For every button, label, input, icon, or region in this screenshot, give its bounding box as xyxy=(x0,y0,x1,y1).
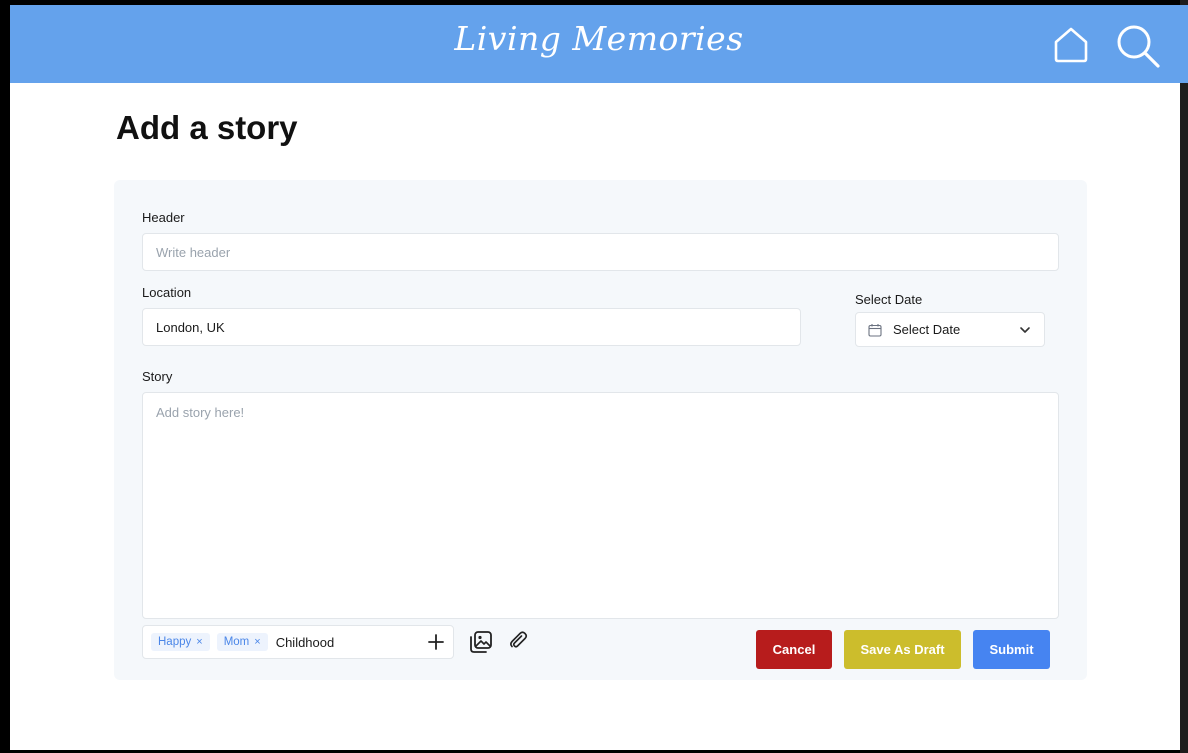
date-select-value: Select Date xyxy=(893,322,961,337)
cancel-button[interactable]: Cancel xyxy=(756,630,832,669)
story-label: Story xyxy=(142,369,173,384)
paperclip-icon[interactable] xyxy=(508,630,528,650)
tag-input[interactable]: Happy × Mom × Childhood xyxy=(142,625,454,659)
header-input[interactable]: Write header xyxy=(142,233,1059,271)
header-label: Header xyxy=(142,210,185,225)
date-select[interactable]: Select Date xyxy=(855,312,1045,347)
plus-icon[interactable] xyxy=(427,633,445,651)
app-logo[interactable]: Living Memories xyxy=(10,19,1188,58)
story-placeholder: Add story here! xyxy=(156,405,245,420)
tag-remove-icon[interactable]: × xyxy=(196,636,202,648)
calendar-icon xyxy=(868,323,882,337)
home-icon[interactable] xyxy=(1050,24,1092,66)
tag-chip[interactable]: Mom × xyxy=(216,633,268,651)
tag-chip[interactable]: Happy × xyxy=(151,633,210,651)
location-label: Location xyxy=(142,285,192,300)
page-title: Add a story xyxy=(116,109,298,146)
tag-input-value[interactable]: Childhood xyxy=(276,635,335,650)
tag-label: Mom xyxy=(223,636,250,648)
window-edge xyxy=(1180,0,1188,753)
story-textarea[interactable]: Add story here! xyxy=(142,392,1059,619)
submit-button[interactable]: Submit xyxy=(973,630,1050,669)
gallery-icon[interactable] xyxy=(469,630,493,654)
page-content: Add a story Header Write header Location… xyxy=(10,83,1180,750)
chevron-down-icon xyxy=(1020,326,1030,333)
tag-label: Happy xyxy=(158,636,192,648)
header-placeholder: Write header xyxy=(156,244,231,260)
date-label: Select Date xyxy=(855,292,923,307)
location-value: London, UK xyxy=(156,319,225,335)
save-draft-button[interactable]: Save As Draft xyxy=(844,630,961,669)
search-icon[interactable] xyxy=(1114,22,1162,70)
tag-remove-icon[interactable]: × xyxy=(254,636,260,648)
logo-area: Living Memories xyxy=(10,5,1188,83)
location-input[interactable]: London, UK xyxy=(142,308,801,346)
story-form: Header Write header Location London, UK … xyxy=(114,180,1087,680)
